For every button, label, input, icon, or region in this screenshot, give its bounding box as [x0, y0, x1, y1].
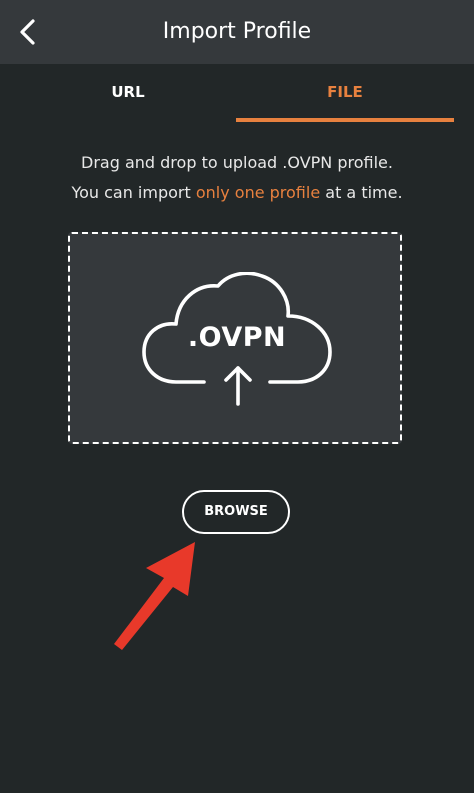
active-tab-indicator	[236, 118, 454, 122]
back-button[interactable]	[8, 12, 48, 52]
file-dropzone[interactable]: .OVPN	[68, 232, 402, 444]
page-title: Import Profile	[162, 19, 312, 44]
chevron-left-icon	[20, 19, 35, 45]
annotation-arrow-icon	[114, 542, 195, 650]
tab-url[interactable]: URL	[20, 64, 236, 124]
app-header: Import Profile	[0, 0, 474, 64]
instructions-line-1: Drag and drop to upload .OVPN profile.	[81, 153, 393, 172]
cloud-upload-icon	[142, 272, 332, 406]
instructions-line-2: You can import only one profile at a tim…	[0, 178, 474, 208]
instructions-highlight: only one profile	[195, 183, 321, 202]
upload-instructions: Drag and drop to upload .OVPN profile. Y…	[0, 148, 474, 208]
instructions-text-after: at a time.	[320, 183, 403, 202]
browse-button[interactable]: BROWSE	[182, 490, 290, 534]
tab-file[interactable]: FILE	[236, 64, 454, 124]
instructions-text-before: You can import	[71, 183, 196, 202]
tab-bar: URL FILE	[0, 64, 474, 126]
